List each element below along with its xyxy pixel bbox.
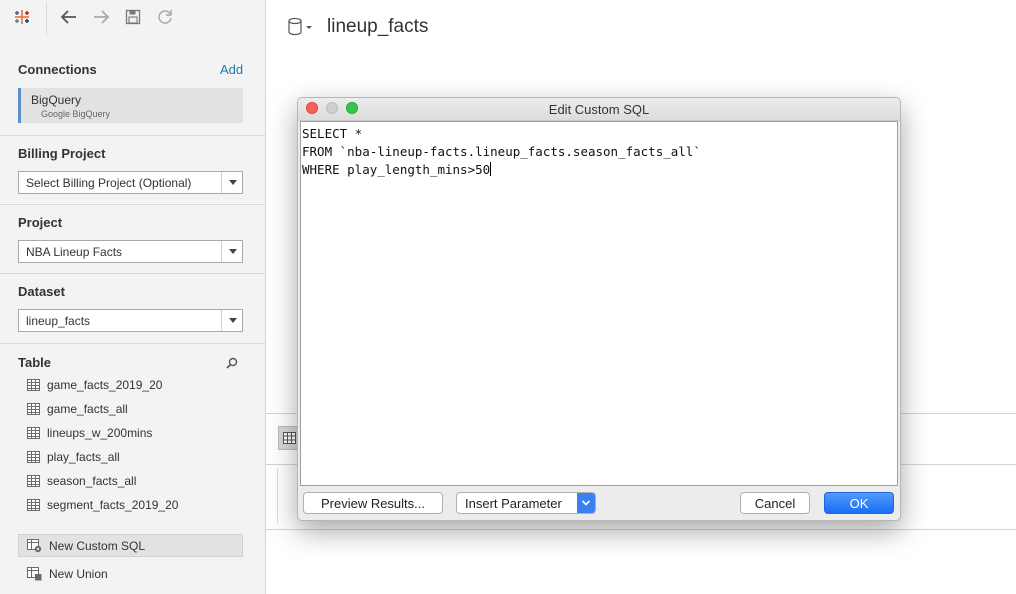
forward-arrow-icon[interactable] — [91, 7, 111, 27]
project-heading: Project — [18, 215, 63, 230]
billing-project-value: Select Billing Project (Optional) — [26, 176, 192, 190]
table-item-label: game_facts_2019_20 — [47, 378, 163, 392]
connection-name: BigQuery — [31, 93, 82, 107]
dialog-title: Edit Custom SQL — [548, 102, 650, 117]
new-custom-sql-item[interactable]: New Custom SQL — [18, 534, 243, 557]
sidebar: Connections Add BigQuery Google BigQuery… — [0, 0, 266, 594]
section-divider — [0, 273, 265, 274]
dataset-heading: Dataset — [18, 284, 65, 299]
select-separator — [221, 172, 222, 193]
chevron-down-icon — [229, 249, 237, 254]
dataset-value: lineup_facts — [26, 314, 91, 328]
grid-column-divider — [277, 468, 278, 524]
save-icon[interactable] — [123, 7, 143, 27]
connections-heading: Connections — [18, 62, 97, 77]
project-select[interactable]: NBA Lineup Facts — [18, 240, 243, 263]
table-icon — [27, 475, 40, 487]
dataset-select[interactable]: lineup_facts — [18, 309, 243, 332]
table-item-label: segment_facts_2019_20 — [47, 498, 179, 512]
chevron-down-icon — [229, 180, 237, 185]
section-divider — [0, 204, 265, 205]
refresh-icon[interactable] — [155, 7, 175, 27]
table-icon — [27, 403, 40, 415]
grid-icon — [282, 432, 296, 444]
table-item[interactable]: segment_facts_2019_20 — [27, 495, 178, 515]
select-separator — [221, 241, 222, 262]
billing-project-heading: Billing Project — [18, 146, 106, 161]
section-divider — [0, 343, 265, 344]
chevron-down-icon — [229, 318, 237, 323]
database-dropdown-icon[interactable] — [288, 17, 314, 42]
table-icon — [27, 451, 40, 463]
connection-type: Google BigQuery — [41, 109, 111, 119]
insert-parameter-label: Insert Parameter — [465, 495, 562, 511]
billing-project-select[interactable]: Select Billing Project (Optional) — [18, 171, 243, 194]
table-item-label: play_facts_all — [47, 450, 120, 464]
table-item[interactable]: game_facts_all — [27, 399, 128, 419]
table-icon — [27, 427, 40, 439]
toolbar-divider — [46, 3, 47, 35]
table-item[interactable]: season_facts_all — [27, 471, 136, 491]
project-value: NBA Lineup Facts — [26, 245, 123, 259]
table-item-label: lineups_w_200mins — [47, 426, 153, 440]
table-item-label: season_facts_all — [47, 474, 137, 488]
table-item[interactable]: lineups_w_200mins — [27, 423, 152, 443]
connection-item-bigquery[interactable]: BigQuery Google BigQuery — [18, 88, 243, 123]
table-icon — [27, 499, 40, 511]
datasource-title[interactable]: lineup_facts — [327, 16, 428, 38]
select-separator — [221, 310, 222, 331]
custom-sql-icon — [27, 538, 42, 552]
tableau-logo-icon[interactable] — [12, 7, 32, 27]
table-item[interactable]: game_facts_2019_20 — [27, 375, 162, 395]
cancel-button[interactable]: Cancel — [740, 492, 810, 514]
union-icon — [27, 567, 42, 581]
add-connection-link[interactable]: Add — [220, 62, 243, 77]
dialog-titlebar[interactable]: Edit Custom SQL — [298, 98, 900, 121]
sql-line-with-cursor: WHERE play_length_mins>50 — [302, 161, 896, 179]
preview-results-button[interactable]: Preview Results... — [303, 492, 443, 514]
table-heading: Table — [18, 355, 51, 370]
grid-footer-divider — [266, 529, 1016, 530]
sql-editor[interactable]: SELECT * FROM `nba-lineup-facts.lineup_f… — [300, 121, 898, 486]
new-union-item[interactable]: New Union — [27, 567, 108, 581]
table-icon — [27, 379, 40, 391]
back-arrow-icon[interactable] — [59, 7, 79, 27]
search-icon[interactable] — [226, 356, 238, 374]
chevron-down-icon[interactable] — [577, 493, 595, 513]
new-union-label: New Union — [49, 567, 108, 581]
sql-line: FROM `nba-lineup-facts.lineup_facts.seas… — [302, 144, 701, 159]
new-custom-sql-label: New Custom SQL — [49, 538, 146, 553]
sql-line: SELECT * — [302, 126, 363, 141]
table-item[interactable]: play_facts_all — [27, 447, 120, 467]
section-divider — [0, 135, 265, 136]
insert-parameter-button[interactable]: Insert Parameter — [456, 492, 596, 514]
edit-custom-sql-dialog: Edit Custom SQL SELECT * FROM `nba-lineu… — [297, 97, 901, 521]
text-cursor — [490, 162, 492, 176]
sql-line: WHERE play_length_mins>50 — [302, 162, 491, 177]
table-item-label: game_facts_all — [47, 402, 128, 416]
ok-button[interactable]: OK — [824, 492, 894, 514]
